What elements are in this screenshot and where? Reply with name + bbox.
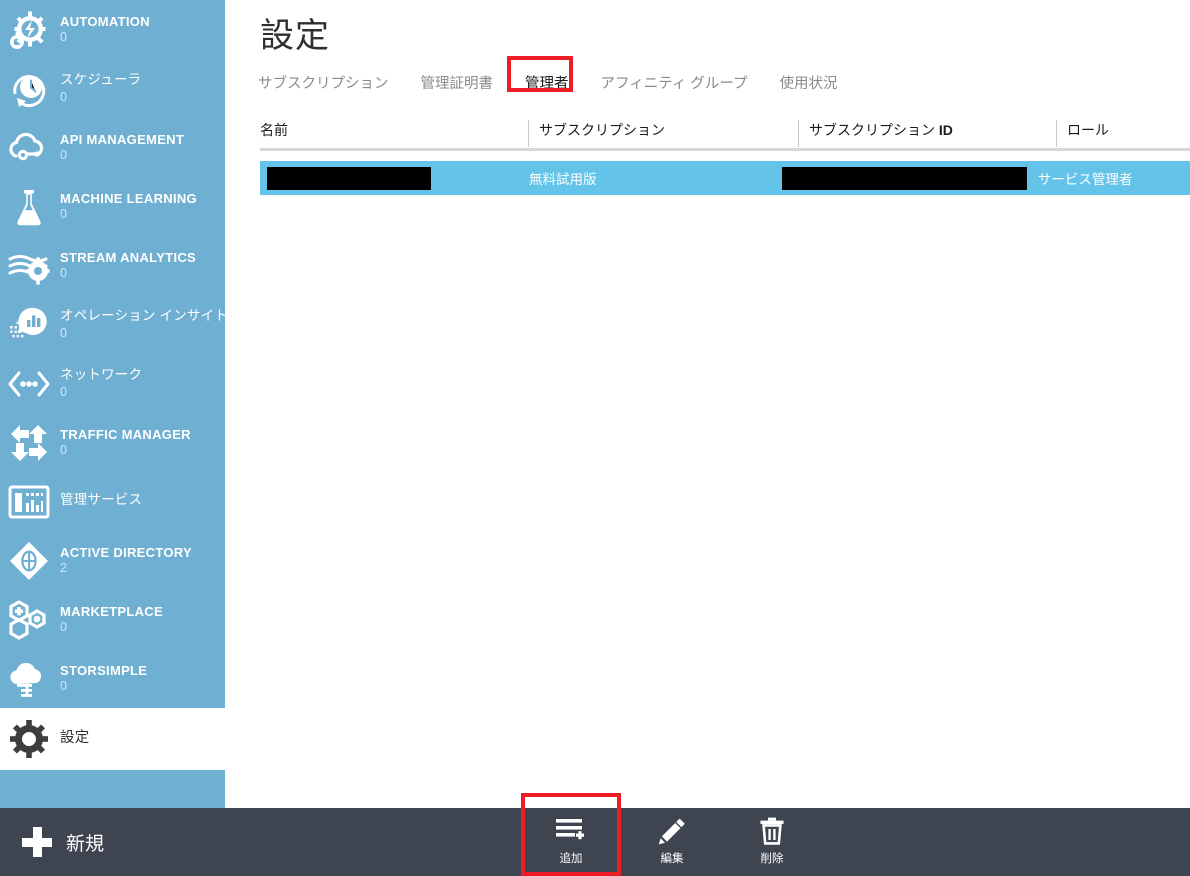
delete-button[interactable]: 削除 xyxy=(729,814,815,870)
add-button[interactable]: 追加 xyxy=(528,814,614,870)
network-dots-icon xyxy=(2,359,56,409)
sidebar-item-count: 0 xyxy=(60,89,67,104)
gears-lightning-icon xyxy=(2,5,56,55)
column-header-role[interactable]: ロール xyxy=(1056,118,1190,148)
sidebar-item-label: API MANAGEMENT xyxy=(60,131,185,147)
redacted-subscription-id-block xyxy=(782,166,1027,190)
sidebar-item-count: 0 xyxy=(60,148,67,163)
azure-portal-settings-page: AUTOMATION 0 スケジューラ 0 API MANAGEMENT 0 M… xyxy=(0,0,1190,876)
trash-icon xyxy=(759,814,785,848)
sidebar-item-scheduler[interactable]: スケジューラ 0 xyxy=(0,59,225,118)
sidebar: AUTOMATION 0 スケジューラ 0 API MANAGEMENT 0 M… xyxy=(0,0,225,808)
pencil-icon xyxy=(657,814,687,848)
sidebar-item-count: 0 xyxy=(60,679,67,694)
insight-bubble-chart-icon xyxy=(2,300,56,350)
tab-bar: サブスクリプション 管理証明書 管理者 アフィニティ グループ 使用状況 xyxy=(258,56,870,93)
sidebar-item-stream-analytics[interactable]: STREAM ANALYTICS 0 xyxy=(0,236,225,295)
redacted-name-block xyxy=(267,166,431,190)
sidebar-item-marketplace[interactable]: MARKETPLACE 0 xyxy=(0,590,225,649)
sidebar-item-label: スケジューラ xyxy=(60,72,142,88)
cell-role: サービス管理者 xyxy=(1037,172,1133,187)
delete-button-label: 削除 xyxy=(760,853,784,865)
sidebar-item-count: 0 xyxy=(60,620,67,635)
sidebar-item-label: 管理サービス xyxy=(60,491,143,507)
sidebar-item-count: 0 xyxy=(60,266,67,281)
edit-button-label: 編集 xyxy=(660,853,684,865)
toolbar-actions: 追加 編集 削除 xyxy=(225,808,1190,876)
new-button[interactable]: 新規 xyxy=(0,808,225,876)
bottom-toolbar: 新規 追加 編集 削除 xyxy=(0,808,1190,876)
sidebar-item-count: 0 xyxy=(60,207,67,222)
sidebar-item-count: 2 xyxy=(60,561,67,576)
plus-icon xyxy=(22,827,52,857)
sidebar-item-traffic-manager[interactable]: TRAFFIC MANAGER 0 xyxy=(0,413,225,472)
sidebar-item-settings[interactable]: 設定 xyxy=(0,708,225,770)
administrators-table: 名前 サブスクリプション サブスクリプション ID ロール 無料試用版 サービス… xyxy=(260,118,1190,195)
sidebar-item-label: STORSIMPLE xyxy=(60,662,148,678)
sidebar-item-label: STREAM ANALYTICS xyxy=(60,249,197,265)
table-row[interactable]: 無料試用版 サービス管理者 xyxy=(260,161,1190,195)
sidebar-item-machine-learning[interactable]: MACHINE LEARNING 0 xyxy=(0,177,225,236)
sidebar-item-label: MACHINE LEARNING xyxy=(60,190,197,206)
tab-affinity-groups[interactable]: アフィニティ グループ xyxy=(601,72,748,93)
sidebar-item-management-services[interactable]: 管理サービス xyxy=(0,472,225,531)
marketplace-hex-icon xyxy=(2,595,56,645)
management-services-icon xyxy=(2,477,56,527)
table-header-row: 名前 サブスクリプション サブスクリプション ID ロール xyxy=(260,118,1190,151)
main-content: 設定 サブスクリプション 管理証明書 管理者 アフィニティ グループ 使用状況 … xyxy=(225,0,1190,808)
sidebar-item-label: ACTIVE DIRECTORY xyxy=(60,544,192,560)
tab-management-certificates[interactable]: 管理証明書 xyxy=(421,72,494,93)
traffic-arrows-icon xyxy=(2,418,56,468)
new-button-label: 新規 xyxy=(66,833,105,855)
clock-refresh-icon xyxy=(2,64,56,114)
page-title: 設定 xyxy=(260,17,330,55)
sidebar-item-active-directory[interactable]: ACTIVE DIRECTORY 2 xyxy=(0,531,225,590)
column-header-subscription-id[interactable]: サブスクリプション ID xyxy=(798,118,1056,148)
cloud-api-icon xyxy=(2,123,56,173)
sidebar-item-label: ネットワーク xyxy=(60,367,143,383)
sidebar-item-count: 0 xyxy=(60,443,67,458)
sidebar-item-label: AUTOMATION xyxy=(60,13,150,29)
tab-subscriptions[interactable]: サブスクリプション xyxy=(258,72,389,93)
add-lines-icon xyxy=(555,814,587,848)
sidebar-item-network[interactable]: ネットワーク 0 xyxy=(0,354,225,413)
sidebar-item-label: オペレーション インサイト xyxy=(60,308,225,324)
sidebar-item-api-management[interactable]: API MANAGEMENT 0 xyxy=(0,118,225,177)
gear-icon xyxy=(2,714,56,764)
tab-administrators-wrapper: 管理者 xyxy=(507,56,573,93)
sidebar-item-operational-insights[interactable]: オペレーション インサイト 0 xyxy=(0,295,225,354)
active-directory-diamond-icon xyxy=(2,536,56,586)
sidebar-item-label: MARKETPLACE xyxy=(60,603,163,619)
stream-gear-icon xyxy=(2,241,56,291)
column-header-subscription[interactable]: サブスクリプション xyxy=(528,118,798,148)
sidebar-item-count: 0 xyxy=(60,384,67,399)
storsimple-cloud-icon xyxy=(2,654,56,704)
cell-subscription-id xyxy=(778,166,1027,190)
edit-button[interactable]: 編集 xyxy=(629,814,715,870)
flask-icon xyxy=(2,182,56,232)
add-button-label: 追加 xyxy=(559,853,583,865)
sidebar-item-automation[interactable]: AUTOMATION 0 xyxy=(0,0,225,59)
sidebar-item-label: 設定 xyxy=(60,730,90,747)
sidebar-item-count: 0 xyxy=(60,30,67,45)
sidebar-item-label: TRAFFIC MANAGER xyxy=(60,426,191,442)
sidebar-item-count: 0 xyxy=(60,325,67,340)
column-header-name[interactable]: 名前 xyxy=(260,118,528,148)
sidebar-filler xyxy=(0,775,225,808)
sidebar-item-storsimple[interactable]: STORSIMPLE 0 xyxy=(0,649,225,708)
tab-usage[interactable]: 使用状況 xyxy=(780,72,838,93)
cell-name xyxy=(260,166,518,190)
tab-administrators[interactable]: 管理者 xyxy=(525,72,569,93)
cell-subscription: 無料試用版 xyxy=(529,172,597,187)
